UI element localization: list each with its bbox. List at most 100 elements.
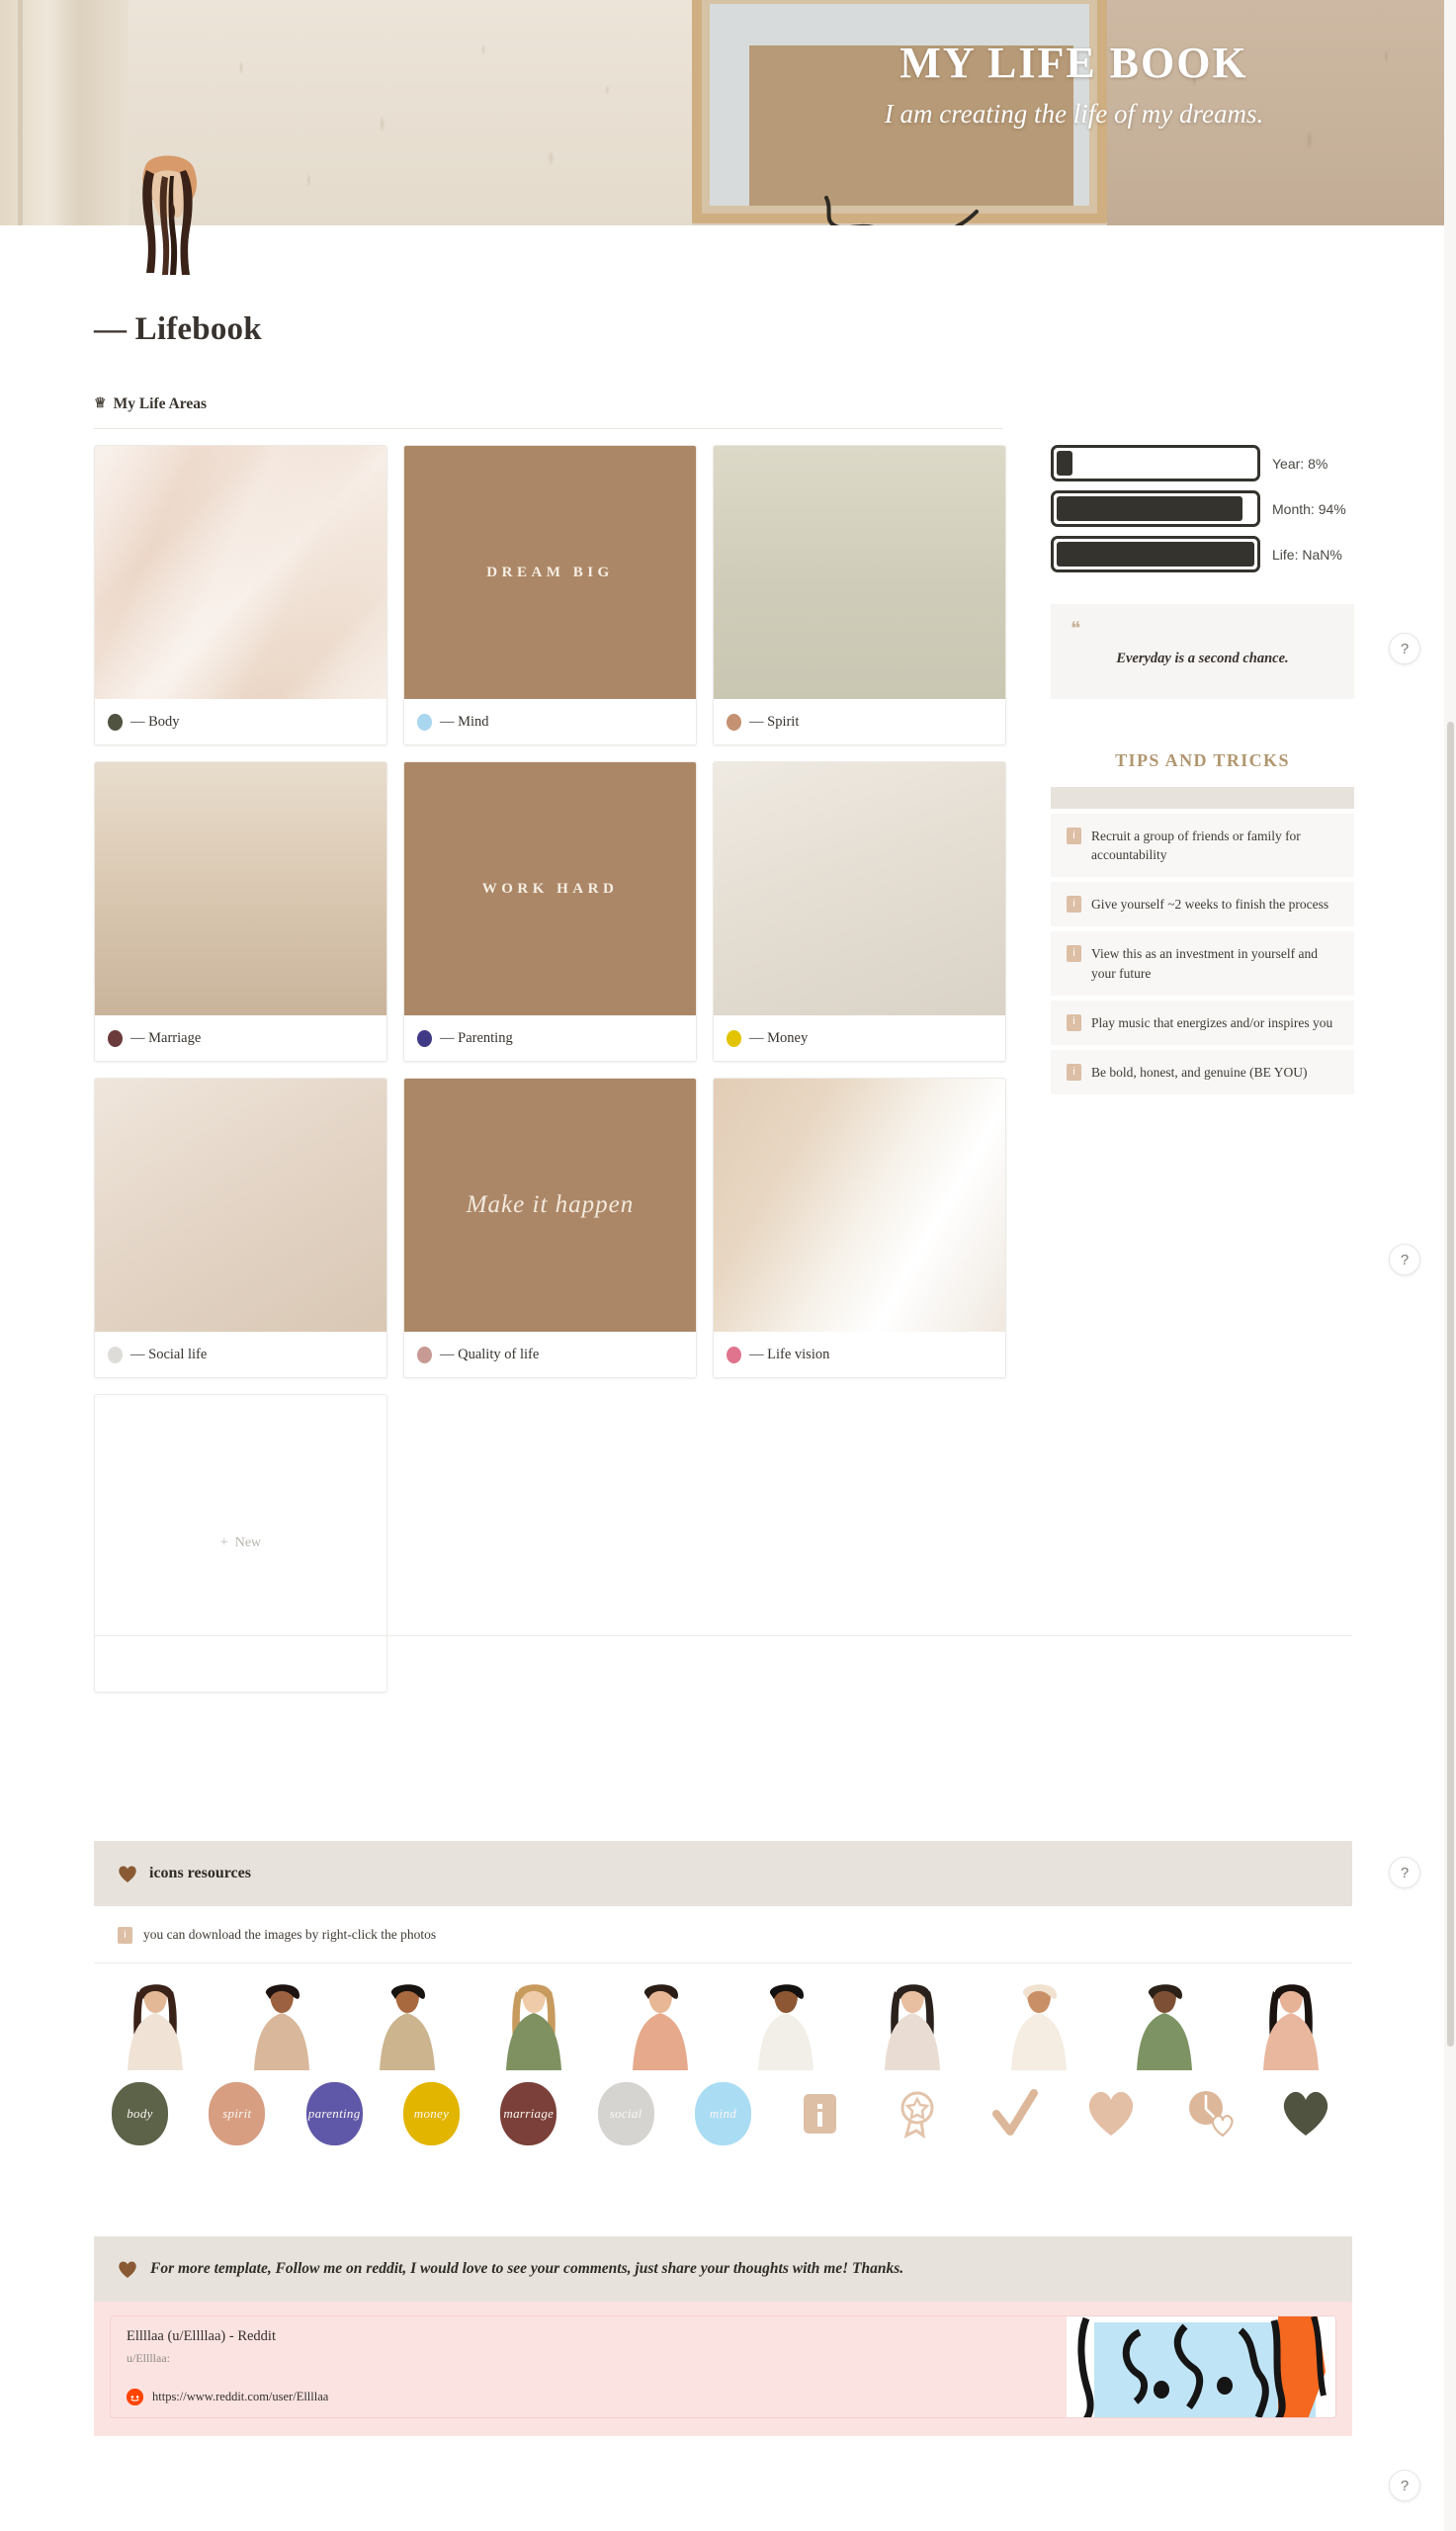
- life-area-image: WORK HARD: [404, 762, 696, 1015]
- woman-green-dress-icon[interactable]: [482, 1979, 585, 2070]
- cover-curtain: [0, 0, 128, 225]
- life-area-color-dot: [727, 1346, 741, 1363]
- icons-resources-note-text: you can download the images by right-cli…: [143, 1926, 437, 1942]
- tip-item: i Be bold, honest, and genuine (BE YOU): [1051, 1049, 1354, 1095]
- squiggle-line-icon: [824, 196, 979, 225]
- bookmark-url-row[interactable]: https://www.reddit.com/user/Ellllaa: [127, 2389, 328, 2405]
- info-icon: i: [1067, 1013, 1081, 1031]
- tip-text: View this as an investment in yourself a…: [1091, 946, 1319, 981]
- parenting-circle-icon[interactable]: parenting: [305, 2082, 363, 2145]
- help-button[interactable]: ?: [1389, 1857, 1420, 1888]
- progress-bar-row: Life: NaN%: [1051, 536, 1354, 572]
- tips-list: i Recruit a group of friends or family fo…: [1051, 814, 1354, 1095]
- award-badge-icon[interactable]: [890, 2082, 946, 2145]
- scrollbar-track[interactable]: [1444, 0, 1456, 2531]
- clock-heart-icon[interactable]: [1181, 2082, 1238, 2145]
- info-icon[interactable]: [792, 2082, 848, 2145]
- woman-long-hair-icon[interactable]: [104, 1979, 207, 2070]
- life-area-footer: — Quality of life: [404, 1332, 696, 1377]
- progress-bar-row: Month: 94%: [1051, 490, 1354, 527]
- progress-bars: Year: 8% Month: 94% Life: NaN%: [1051, 445, 1354, 572]
- life-area-card[interactable]: DREAM BIG — Mind: [403, 445, 697, 745]
- woman-plant-icon[interactable]: [609, 1979, 712, 2070]
- page-avatar-icon[interactable]: [117, 146, 223, 277]
- image-overlay-text: Make it happen: [466, 1191, 635, 1218]
- bookmark-thumbnail: [1067, 2316, 1335, 2417]
- gallery-row: + New: [94, 1394, 1008, 1693]
- section-divider: [94, 428, 1003, 429]
- gallery-row: — Social life Make it happen — Quality of …: [94, 1078, 1008, 1378]
- life-area-image: DREAM BIG: [404, 446, 696, 699]
- image-overlay-text: WORK HARD: [481, 880, 619, 897]
- add-new-card-button[interactable]: + New: [94, 1394, 387, 1693]
- life-area-image: [714, 762, 1005, 1015]
- woman-hat-icon[interactable]: [987, 1979, 1090, 2070]
- icons-resources-note: i you can download the images by right-c…: [94, 1906, 1352, 1964]
- life-area-card[interactable]: — Marriage: [94, 761, 387, 1062]
- tip-text: Play music that energizes and/or inspire…: [1091, 1014, 1333, 1030]
- add-new-label: New: [234, 1535, 262, 1550]
- checkmark-icon[interactable]: [986, 2082, 1043, 2145]
- quote-mark-icon: ❝: [1071, 619, 1081, 640]
- life-area-footer: — Marriage: [95, 1015, 386, 1061]
- life-area-card[interactable]: — Money: [713, 761, 1006, 1062]
- life-area-image: [95, 762, 386, 1015]
- quote-text: Everyday is a second chance.: [1116, 651, 1289, 666]
- life-area-card[interactable]: — Social life: [94, 1078, 387, 1378]
- marriage-circle-icon[interactable]: marriage: [500, 2082, 557, 2145]
- section-heading-label: My Life Areas: [113, 395, 207, 412]
- progress-bar-fill: [1057, 451, 1072, 476]
- info-icon: i: [118, 1926, 132, 1944]
- heart-olive-icon[interactable]: [1278, 2082, 1334, 2145]
- life-area-color-dot: [727, 713, 741, 731]
- life-area-card[interactable]: — Life vision: [713, 1078, 1006, 1378]
- life-area-card[interactable]: — Body: [94, 445, 387, 745]
- woman-headwrap-icon[interactable]: [356, 1979, 459, 2070]
- info-icon: i: [1067, 896, 1081, 914]
- money-circle-icon[interactable]: money: [402, 2082, 460, 2145]
- mind-circle-icon[interactable]: mind: [694, 2082, 751, 2145]
- life-area-footer: — Body: [95, 699, 386, 744]
- help-button[interactable]: ?: [1389, 2470, 1420, 2501]
- life-area-card[interactable]: WORK HARD — Parenting: [403, 761, 697, 1062]
- tip-text: Recruit a group of friends or family for…: [1091, 829, 1301, 863]
- woman-afro-icon[interactable]: [734, 1979, 837, 2070]
- woman-dress-icon[interactable]: [1240, 1979, 1342, 2070]
- life-area-footer: — Spirit: [714, 699, 1005, 744]
- life-area-label: — Mind: [440, 713, 489, 730]
- cover-subtitle: I am creating the life of my dreams.: [884, 99, 1264, 130]
- spirit-circle-icon[interactable]: spirit: [209, 2082, 266, 2145]
- cover-title-block: MY LIFE BOOK I am creating the life of m…: [692, 39, 1456, 130]
- life-area-color-dot: [727, 1029, 741, 1047]
- progress-bar-label: Life: NaN%: [1272, 546, 1342, 563]
- help-button[interactable]: ?: [1389, 633, 1420, 664]
- icons-resources-block: icons resources i you can download the i…: [94, 1841, 1352, 2167]
- progress-bar-row: Year: 8%: [1051, 445, 1354, 481]
- life-area-card[interactable]: Make it happen — Quality of life: [403, 1078, 697, 1378]
- heart-icon: [119, 1866, 136, 1882]
- body-circle-icon[interactable]: body: [112, 2082, 168, 2145]
- reddit-bookmark-card[interactable]: Ellllaa (u/Ellllaa) - Reddit u/Ellllaa: …: [110, 2315, 1336, 2418]
- heart-tan-icon[interactable]: [1083, 2082, 1140, 2145]
- icons-resources-title: icons resources: [149, 1865, 251, 1881]
- notion-page: MY LIFE BOOK I am creating the life of m…: [0, 0, 1456, 2531]
- tips-title: TIPS AND TRICKS: [1115, 750, 1290, 770]
- woman-standing-icon[interactable]: [1113, 1979, 1216, 2070]
- help-button[interactable]: ?: [1389, 1244, 1420, 1275]
- life-area-label: — Parenting: [440, 1029, 513, 1046]
- footer-block: For more template, Follow me on reddit, …: [94, 2236, 1352, 2436]
- life-area-card[interactable]: — Spirit: [713, 445, 1006, 745]
- life-area-footer: — Money: [714, 1015, 1005, 1061]
- people-icons-row: [94, 1964, 1352, 2074]
- social-circle-icon[interactable]: social: [597, 2082, 654, 2145]
- life-area-color-dot: [417, 1346, 432, 1363]
- woman-bob-icon[interactable]: [861, 1979, 964, 2070]
- gallery-row: — Body DREAM BIG — Mind — Spirit: [94, 445, 1008, 745]
- heart-icon: [119, 2261, 136, 2278]
- tips-header-bar: [1051, 787, 1354, 809]
- woman-curly-hair-icon[interactable]: [230, 1979, 333, 2070]
- tip-item: i View this as an investment in yourself …: [1051, 931, 1354, 996]
- right-sidebar: Year: 8% Month: 94% Life: NaN% ❝ Everyday …: [1051, 445, 1354, 1095]
- scrollbar-thumb[interactable]: [1447, 722, 1454, 2047]
- life-area-label: — Life vision: [749, 1346, 830, 1362]
